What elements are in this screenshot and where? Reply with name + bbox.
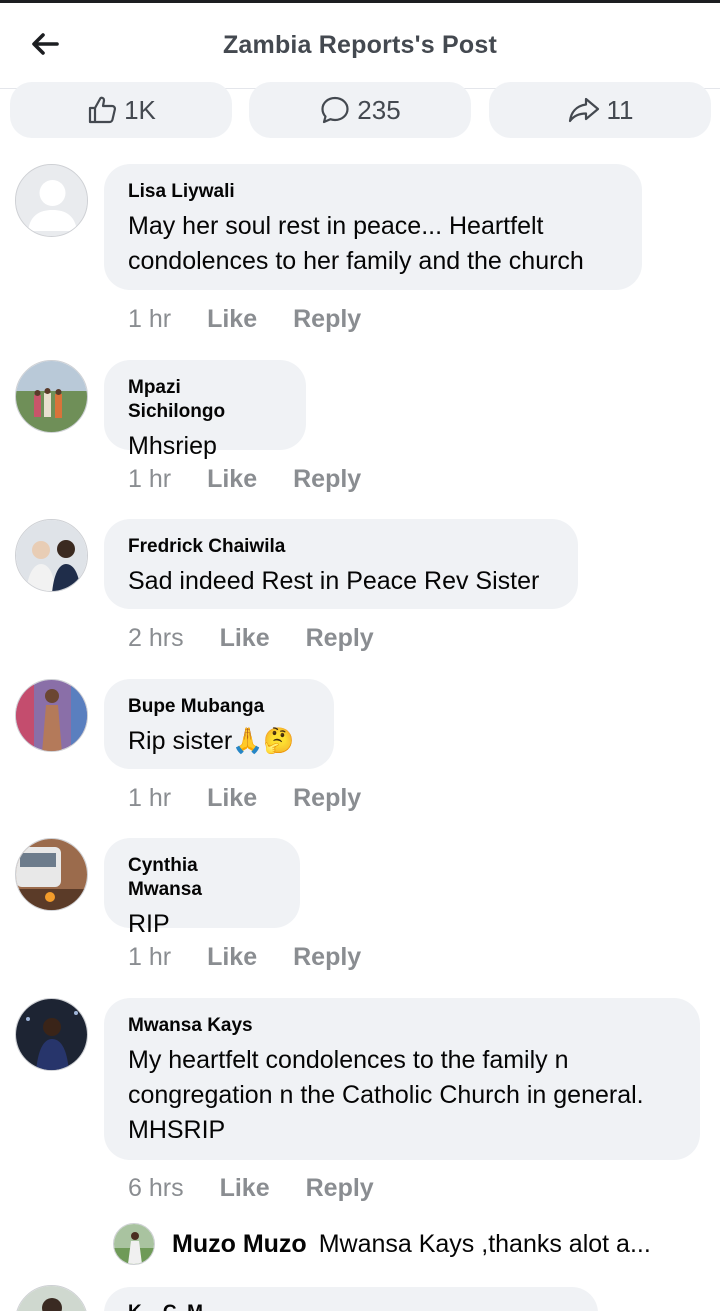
comment-text: May her soul rest in peace... Heartfelt … (128, 212, 584, 275)
comment-actions: 1 hr Like Reply (128, 943, 397, 972)
comment-bubble: Fredrick Chaiwila Sad indeed Rest in Pea… (104, 519, 578, 609)
page-title: Zambia Reports's Post (222, 31, 498, 59)
comment-actions: 2 hrs Like Reply (128, 624, 410, 653)
default-avatar-icon (16, 165, 87, 236)
reply-link[interactable]: Reply (293, 305, 361, 334)
comment-time[interactable]: 1 hr (128, 784, 171, 813)
profile-photo (16, 1286, 87, 1311)
like-link[interactable]: Like (220, 1174, 270, 1203)
comment-time[interactable]: 1 hr (128, 943, 171, 972)
profile-photo (16, 361, 87, 432)
comment-time[interactable]: 6 hrs (128, 1174, 184, 1203)
comment-text: Rip sister🙏🤔 (128, 724, 310, 759)
reply-author-name[interactable]: Muzo Muzo (172, 1230, 307, 1259)
reply-link[interactable]: Reply (293, 465, 361, 494)
reply-link[interactable]: Reply (293, 784, 361, 813)
comment-actions: 1 hr Like Reply (128, 305, 397, 334)
commenter-name[interactable]: Bupe Mubanga (128, 695, 310, 719)
comment-text: Mhsriep (128, 432, 217, 460)
commenter-name[interactable]: Fredrick Chaiwila (128, 535, 554, 559)
reply-preview[interactable]: Muzo Muzo Mwansa Kays ,thanks alot a... (113, 1222, 720, 1266)
avatar[interactable] (15, 164, 88, 237)
comment-bubble: Mwansa Kays My heartfelt condolences to … (104, 998, 700, 1160)
shares-button[interactable]: 11 (489, 82, 711, 138)
profile-photo (16, 839, 87, 910)
likes-button[interactable]: 1K (10, 82, 232, 138)
avatar[interactable] (15, 679, 88, 752)
comment-bubble: Mpazi Sichilongo Mhsriep (104, 360, 306, 460)
comment-actions: 1 hr Like Reply (128, 465, 397, 494)
reply-link[interactable]: Reply (306, 624, 374, 653)
comment-text: RIP (128, 910, 170, 938)
avatar[interactable] (15, 998, 88, 1071)
reaction-stats-bar: 1K 235 11 (0, 82, 720, 142)
commenter-name[interactable]: K... C. M... (128, 1301, 574, 1311)
comment-bubble-icon (321, 96, 349, 124)
likes-count: 1K (124, 94, 156, 125)
reply-link[interactable]: Reply (293, 943, 361, 972)
like-link[interactable]: Like (207, 305, 257, 334)
comment-time[interactable]: 1 hr (128, 305, 171, 334)
commenter-name[interactable]: Mpazi Sichilongo (128, 376, 282, 424)
commenter-name[interactable]: Mwansa Kays (128, 1014, 676, 1038)
like-link[interactable]: Like (207, 465, 257, 494)
comments-button[interactable]: 235 (249, 82, 471, 138)
thumbs-up-icon (88, 96, 117, 124)
comment-time[interactable]: 2 hrs (128, 624, 184, 653)
comment-time[interactable]: 1 hr (128, 465, 171, 494)
comment-text: Sad indeed Rest in Peace Rev Sister (128, 567, 540, 595)
profile-photo (114, 1224, 154, 1264)
emoji-praying-thinking: 🙏🤔 (232, 727, 295, 755)
like-link[interactable]: Like (207, 943, 257, 972)
comment-actions: 1 hr Like Reply (128, 784, 397, 813)
comments-count: 235 (357, 94, 401, 125)
share-arrow-icon (568, 97, 599, 123)
avatar[interactable] (15, 360, 88, 433)
reply-link[interactable]: Reply (306, 1174, 374, 1203)
comment-bubble: Bupe Mubanga Rip sister🙏🤔 (104, 679, 334, 769)
like-link[interactable]: Like (207, 784, 257, 813)
avatar[interactable] (113, 1223, 155, 1265)
profile-photo (16, 680, 87, 751)
avatar[interactable] (15, 1285, 88, 1311)
reply-text: Mwansa Kays ,thanks alot a... (318, 1229, 651, 1258)
profile-photo (16, 520, 87, 591)
comment-bubble: Cynthia Mwansa RIP (104, 838, 300, 938)
like-link[interactable]: Like (220, 624, 270, 653)
avatar[interactable] (15, 838, 88, 911)
comment-text: My heartfelt condolences to the family n… (128, 1046, 644, 1144)
top-bar: Zambia Reports's Post (0, 3, 720, 89)
profile-photo (16, 999, 87, 1070)
avatar[interactable] (15, 519, 88, 592)
shares-count: 11 (606, 94, 634, 125)
commenter-name[interactable]: Cynthia Mwansa (128, 854, 276, 902)
comment-actions: 6 hrs Like Reply (128, 1174, 410, 1203)
comment-text-content: Rip sister (128, 727, 233, 755)
commenter-name[interactable]: Lisa Liywali (128, 180, 618, 204)
comment-bubble: K... C. M... (104, 1287, 598, 1311)
comment-bubble: Lisa Liywali May her soul rest in peace.… (104, 164, 642, 290)
